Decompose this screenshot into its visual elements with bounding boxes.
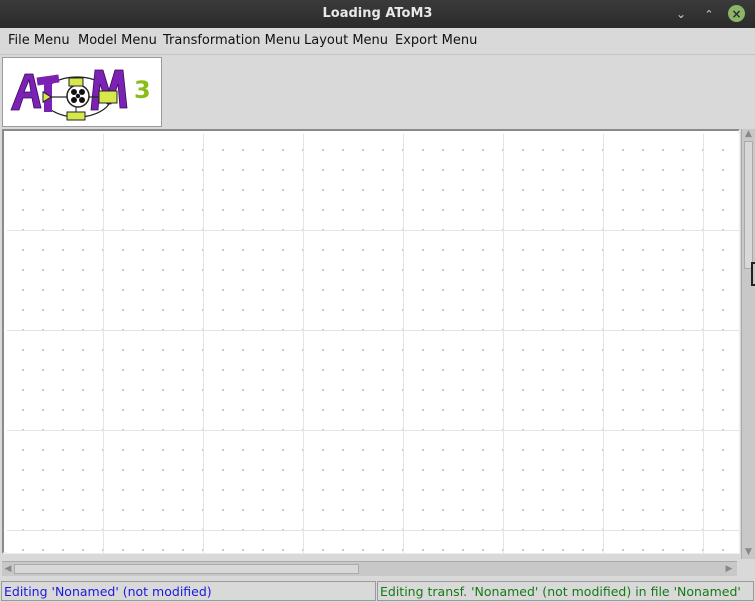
vertical-scroll-thumb[interactable]	[744, 141, 753, 269]
scroll-right-icon[interactable]: ▶	[723, 563, 735, 575]
menu-export[interactable]: Export Menu	[395, 28, 477, 54]
status-transformation: Editing transf. 'Nonamed' (not modified)…	[377, 581, 754, 601]
menu-file[interactable]: File Menu	[8, 28, 70, 54]
title-bar: Loading AToM3 ⌄ ⌃ ×	[0, 0, 755, 28]
menu-bar: File Menu Model Menu Transformation Menu…	[0, 28, 755, 55]
model-canvas[interactable]	[7, 134, 739, 553]
status-model: Editing 'Nonamed' (not modified)	[1, 581, 376, 601]
mouse-cursor-icon	[751, 262, 755, 286]
menu-model[interactable]: Model Menu	[78, 28, 157, 54]
menu-transformation[interactable]: Transformation Menu	[163, 28, 300, 54]
model-canvas-frame	[2, 129, 740, 554]
maximize-icon[interactable]: ⌃	[700, 5, 718, 23]
atom3-logo-image: 3	[10, 69, 151, 121]
minimize-icon[interactable]: ⌄	[672, 5, 690, 23]
horizontal-scroll-thumb[interactable]	[14, 564, 359, 574]
atom3-logo[interactable]: 3	[2, 57, 162, 127]
svg-text:3: 3	[134, 76, 151, 104]
scroll-up-icon[interactable]: ▲	[743, 129, 754, 140]
close-icon[interactable]: ×	[728, 5, 745, 22]
vertical-scrollbar[interactable]: ▲ ▼	[741, 129, 755, 559]
menu-layout[interactable]: Layout Menu	[304, 28, 388, 54]
window-title: Loading AToM3	[322, 6, 433, 21]
scroll-down-icon[interactable]: ▼	[743, 547, 754, 558]
horizontal-scrollbar[interactable]: ◀ ▶	[2, 561, 737, 576]
scroll-left-icon[interactable]: ◀	[2, 563, 14, 575]
status-bar: Editing 'Nonamed' (not modified) Editing…	[0, 580, 755, 602]
